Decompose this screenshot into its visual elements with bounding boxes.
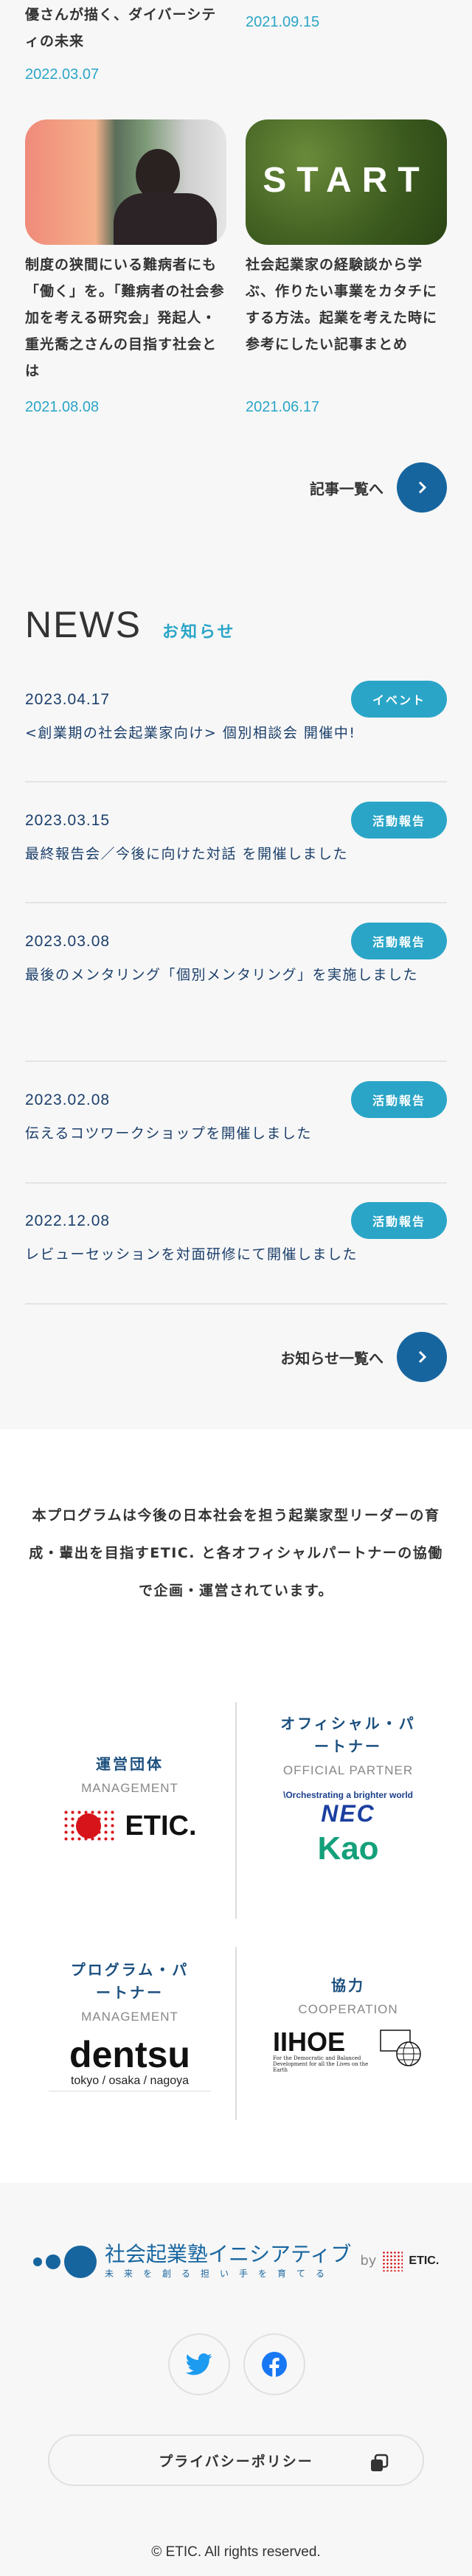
news-subtitle: お知らせ	[162, 623, 236, 642]
article-date: 2022.03.07	[25, 66, 100, 83]
partner-official: オフィシャル・パートナー OFFICIAL PARTNER \Orchestra…	[245, 1712, 451, 1867]
iihoe-logo-text: IIHOE	[273, 2027, 346, 2057]
article-thumbnail[interactable]: START	[246, 119, 447, 245]
category-badge: 活動報告	[351, 1202, 447, 1239]
etic-logo[interactable]: ETIC.	[27, 1809, 233, 1843]
logo-by: by	[360, 2253, 377, 2268]
news-title[interactable]: レビューセッションを対面研修にて開催しました	[25, 1236, 447, 1273]
news-title[interactable]: 最終報告会／今後に向けた対話 を開催しました	[25, 836, 447, 872]
partner-heading: 協力	[331, 1976, 365, 1994]
facebook-button[interactable]	[243, 2333, 305, 2395]
article-date: 2021.08.08	[25, 399, 100, 415]
news-title[interactable]: 最後のメンタリング「個別メンタリング」を実施しました	[25, 957, 447, 993]
news-title: NEWS	[25, 604, 142, 645]
article-title[interactable]: 制度の狭間にいる難病者にも「働く」を。「難病者の社会参加を考える研究会」発起人・…	[25, 251, 228, 384]
article-title[interactable]: 社会起業家の経験談から学ぶ、作りたい事業をカタチにする方法。起業を考えた時に参考…	[246, 251, 448, 358]
article-title[interactable]: 優さんが描く、ダイバーシティの未来	[25, 1, 228, 55]
news-item[interactable]: 2023.04.17 イベント <創業期の社会起業家向け> 個別相談会 開催中!	[25, 681, 447, 782]
category-badge: 活動報告	[351, 923, 447, 959]
articles-more-label: 記事一覧へ	[310, 479, 384, 498]
partner-management: 運営団体 MANAGEMENT ETIC.	[27, 1753, 233, 1843]
news-item[interactable]: 2023.03.08 活動報告 最後のメンタリング「個別メンタリング」を実施しま…	[25, 923, 447, 1062]
nec-logo[interactable]: NEC	[245, 1800, 451, 1827]
dots-logo-icon	[33, 2245, 97, 2278]
etic-mark-icon	[382, 2250, 403, 2271]
twitter-icon	[186, 2353, 212, 2375]
privacy-policy-button[interactable]: プライバシーポリシー	[48, 2434, 424, 2486]
news-item[interactable]: 2022.12.08 活動報告 レビューセッションを対面研修にて開催しました	[25, 1202, 447, 1305]
dentsu-cities: tokyo / osaka / nagoya	[49, 2075, 211, 2091]
external-window-icon	[371, 2454, 389, 2471]
partner-subheading: MANAGEMENT	[81, 2010, 178, 2024]
program-intro: 本プログラムは今後の日本社会を担う起業家型リーダーの育成・輩出を目指すETIC.…	[29, 1507, 443, 1599]
news-heading: NEWS お知らせ	[25, 603, 236, 646]
nec-tagline: \Orchestrating a brighter world	[282, 1790, 414, 1800]
article-thumbnail[interactable]	[25, 119, 226, 245]
news-title[interactable]: <創業期の社会起業家向け> 個別相談会 開催中!	[25, 715, 447, 751]
partner-heading: 運営団体	[96, 1755, 164, 1773]
iihoe-tagline: For the Democratic and Balanced Developm…	[273, 2055, 369, 2073]
partner-subheading: MANAGEMENT	[81, 1781, 178, 1795]
kao-logo[interactable]: Kao	[245, 1830, 451, 1867]
start-text: START	[263, 161, 430, 200]
chevron-right-icon[interactable]	[397, 462, 447, 513]
news-title[interactable]: 伝えるコツワークショップを開催しました	[25, 1115, 447, 1152]
news-more-label: お知らせ一覧へ	[280, 1349, 384, 1367]
divider	[235, 1702, 237, 1919]
dentsu-logo[interactable]: dentsu	[27, 2035, 233, 2075]
partner-cooperation: 協力 COOPERATION IIHOE For the Democratic …	[245, 1974, 451, 2073]
facebook-icon	[262, 2352, 287, 2378]
globe-icon	[380, 2030, 421, 2066]
partner-subheading: OFFICIAL PARTNER	[282, 1763, 414, 1777]
articles-more-link[interactable]: 記事一覧へ	[310, 462, 447, 513]
news-item[interactable]: 2023.02.08 活動報告 伝えるコツワークショップを開催しました	[25, 1081, 447, 1184]
footer-logo[interactable]: 社会起業塾イニシアティブ 未来を創る担い手を育てる by ETIC.	[32, 2242, 440, 2280]
news-more-link[interactable]: お知らせ一覧へ	[280, 1332, 447, 1382]
partner-heading: プログラム・パートナー	[70, 1961, 190, 2002]
category-badge: 活動報告	[351, 802, 447, 839]
category-badge: イベント	[351, 681, 447, 718]
news-item[interactable]: 2023.03.15 活動報告 最終報告会／今後に向けた対話 を開催しました	[25, 802, 447, 903]
category-badge: 活動報告	[351, 1081, 447, 1118]
etic-logo-text: ETIC.	[125, 1810, 197, 1841]
chevron-right-icon[interactable]	[397, 1332, 447, 1382]
privacy-policy-label: プライバシーポリシー	[159, 2453, 313, 2470]
divider	[235, 1947, 237, 2120]
partner-heading: オフィシャル・パートナー	[280, 1715, 416, 1755]
logo-etic: ETIC.	[409, 2254, 440, 2267]
logo-tagline: 未来を創る担い手を育てる	[105, 2268, 336, 2279]
twitter-button[interactable]	[168, 2333, 230, 2395]
article-date: 2021.09.15	[246, 14, 320, 30]
partner-subheading: COOPERATION	[298, 2002, 398, 2016]
article-date: 2021.06.17	[246, 399, 320, 415]
iihoe-logo[interactable]: IIHOE For the Democratic and Balanced De…	[245, 2029, 451, 2073]
logo-title: 社会起業塾イニシアティブ	[105, 2242, 352, 2266]
partner-program: プログラム・パートナー MANAGEMENT dentsu tokyo / os…	[27, 1959, 233, 2091]
copyright: © ETIC. All rights reserved.	[151, 2544, 321, 2560]
